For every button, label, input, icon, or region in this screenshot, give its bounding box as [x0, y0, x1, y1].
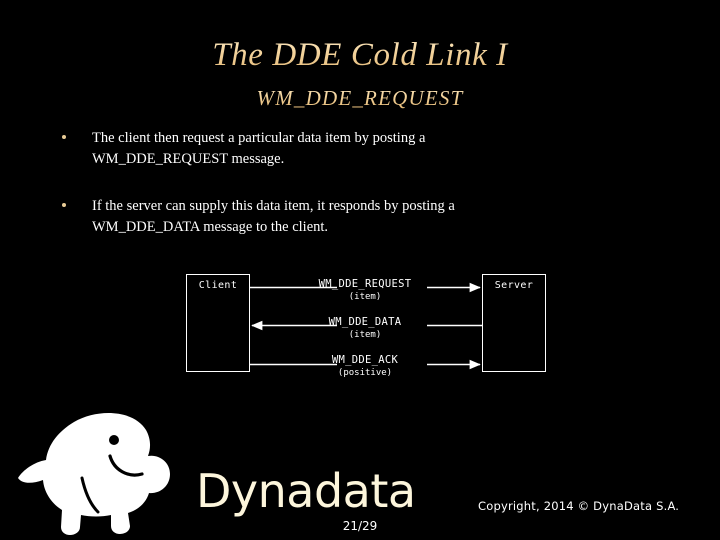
message-label-data: WM_DDE_DATA (item): [290, 316, 440, 342]
message-arg: (positive): [337, 368, 393, 378]
bullet-line: WM_DDE_DATA message to the client.: [92, 219, 329, 235]
message-arg: (item): [348, 292, 382, 302]
slide-title: The DDE Cold Link I: [0, 38, 720, 73]
brand-wordmark: Dynadata: [196, 464, 416, 518]
client-node-label: Client: [198, 280, 238, 291]
server-node: Server: [482, 274, 546, 372]
page-number: 21/29: [342, 519, 378, 533]
message-name: WM_DDE_REQUEST: [318, 278, 412, 290]
bullet-dot-icon: [62, 203, 66, 207]
manatee-logo: [18, 412, 170, 535]
server-node-label: Server: [494, 280, 534, 291]
message-name: WM_DDE_DATA: [328, 316, 402, 328]
message-arg: (item): [348, 330, 382, 340]
copyright-notice: Copyright, 2014 © Dyna​Data S.A.: [478, 499, 680, 513]
client-node: Client: [186, 274, 250, 372]
slide-canvas: The DDE Cold Link I WM_DDE_REQUEST The c…: [0, 0, 720, 540]
manatee-eye: [109, 435, 119, 445]
bullet-item: If the server can supply this data item,…: [56, 196, 666, 238]
message-label-ack: WM_DDE_ACK (positive): [290, 354, 440, 380]
message-label-request: WM_DDE_REQUEST (item): [290, 278, 440, 304]
bullet-item: The client then request a particular dat…: [56, 128, 666, 170]
bullet-line: The client then request a particular dat…: [92, 130, 426, 146]
bullet-text: The client then request a particular dat…: [92, 128, 666, 170]
slide-subtitle: WM_DDE_REQUEST: [0, 86, 720, 111]
bullet-line: If the server can supply this data item,…: [92, 198, 455, 214]
message-name: WM_DDE_ACK: [331, 354, 399, 366]
bullet-text: If the server can supply this data item,…: [92, 196, 666, 238]
bullet-line: WM_DDE_REQUEST message.: [92, 151, 285, 167]
bullet-list: The client then request a particular dat…: [56, 128, 666, 238]
bullet-dot-icon: [62, 135, 66, 139]
